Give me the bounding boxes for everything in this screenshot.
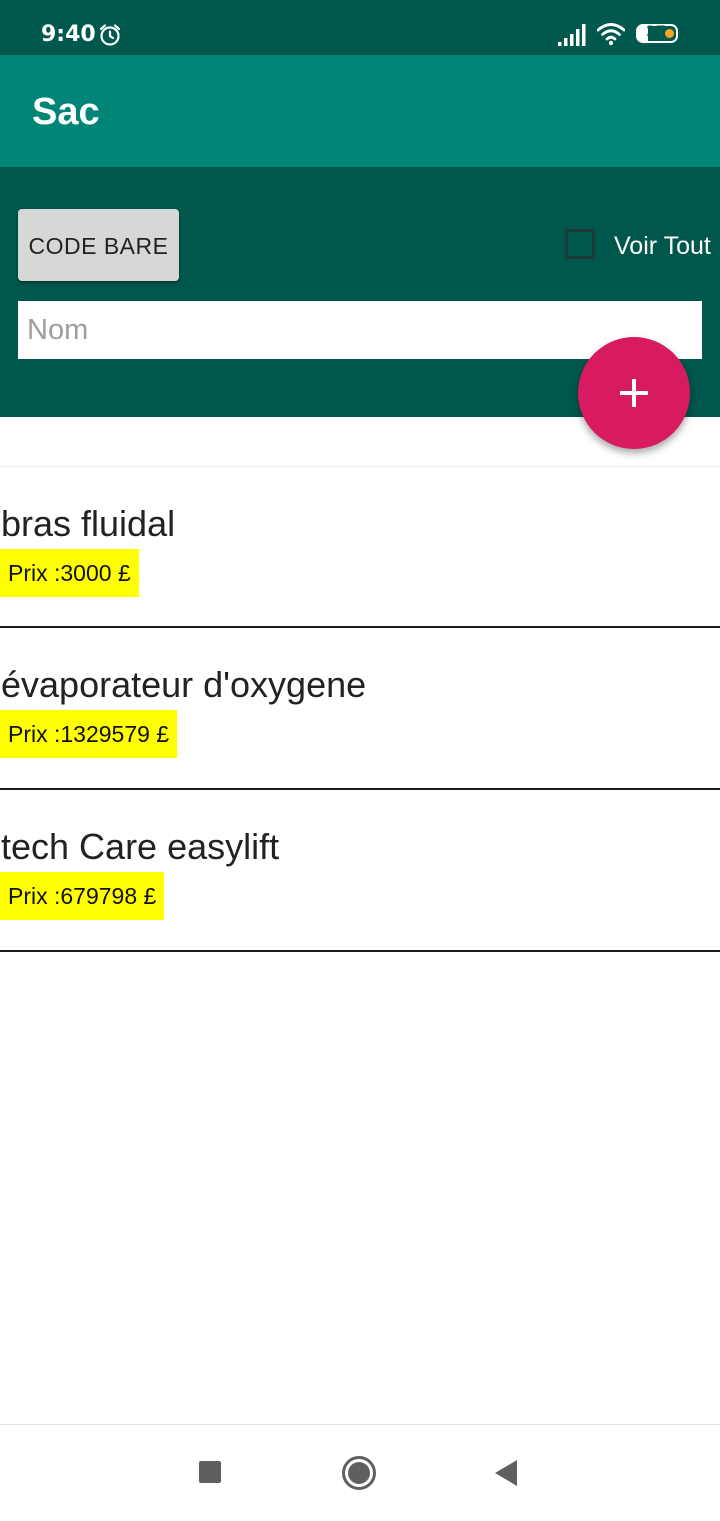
item-price: Prix :1329579 £ (0, 710, 178, 758)
navigation-bar (0, 1424, 720, 1521)
item-name: bras fluidal (1, 503, 176, 544)
page-title: Sac (32, 91, 100, 133)
status-bar: 9:40 27 (0, 0, 720, 55)
item-name: tech Care easylift (1, 826, 280, 867)
item-name: évaporateur d'oxygene (1, 664, 367, 705)
code-bare-button[interactable]: CODE BARE (18, 209, 179, 281)
voir-tout-label[interactable]: Voir Tout (614, 232, 711, 261)
alarm-icon (99, 24, 121, 46)
status-time: 9:40 (41, 22, 96, 47)
battery-saver-dot (665, 29, 674, 38)
list-item[interactable]: bras fluidal Prix :3000 £ (0, 466, 720, 628)
item-price: Prix :3000 £ (0, 549, 139, 597)
signal-icon (558, 24, 586, 46)
list-item[interactable]: évaporateur d'oxygene Prix :1329579 £ (0, 628, 720, 790)
back-icon[interactable] (494, 1459, 518, 1487)
plus-icon (620, 379, 648, 407)
add-button[interactable] (578, 337, 690, 449)
list-item[interactable]: tech Care easylift Prix :679798 £ (0, 790, 720, 952)
item-price: Prix :679798 £ (0, 872, 165, 920)
app-bar: Sac (0, 55, 720, 167)
battery-icon: 27 (636, 24, 678, 43)
item-list: bras fluidal Prix :3000 £ évaporateur d'… (0, 466, 720, 952)
recents-icon[interactable] (199, 1461, 221, 1483)
home-icon[interactable] (341, 1455, 377, 1491)
wifi-icon (597, 23, 625, 46)
voir-tout-checkbox[interactable] (565, 229, 595, 259)
